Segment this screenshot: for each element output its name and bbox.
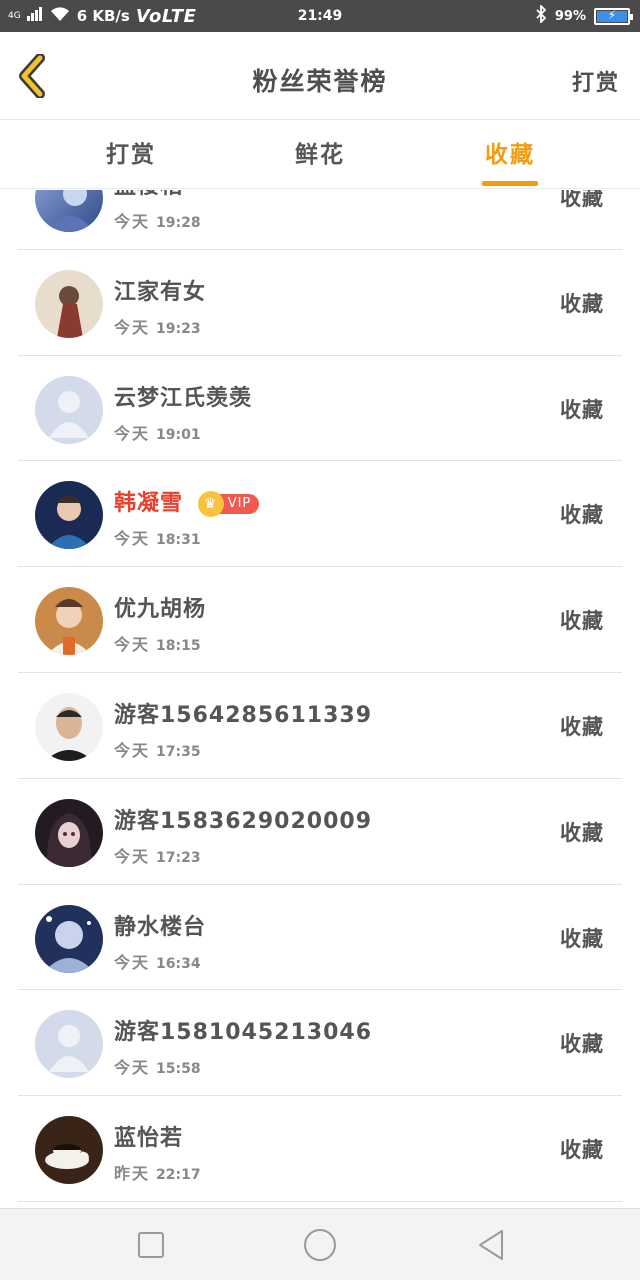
list-item[interactable]: 江家有女 今天 19:23 收藏 bbox=[18, 250, 622, 356]
tip-button[interactable]: 打赏 bbox=[572, 65, 620, 97]
tab-flowers[interactable]: 鲜花 bbox=[260, 121, 380, 189]
home-button[interactable] bbox=[302, 1227, 338, 1263]
timestamp: 昨天 22:17 bbox=[114, 1164, 201, 1184]
timestamp: 今天 16:34 bbox=[114, 952, 201, 972]
user-name: 游客1564285611339 bbox=[114, 702, 372, 728]
action-label: 收藏 bbox=[560, 1138, 604, 1163]
avatar bbox=[35, 692, 103, 761]
page-title: 粉丝荣誉榜 bbox=[252, 67, 388, 96]
action-label: 收藏 bbox=[560, 609, 604, 634]
list-item[interactable]: 游客1581045213046 今天 15:58 收藏 bbox=[18, 990, 622, 1097]
avatar bbox=[35, 1116, 103, 1185]
list-item[interactable]: 优九胡杨 今天 18:15 收藏 bbox=[18, 567, 622, 673]
user-name: 韩凝雪 ♛ VIP bbox=[114, 485, 260, 518]
user-name: 江家有女 bbox=[114, 279, 207, 305]
list-item[interactable]: 游客1564285611339 今天 17:35 收藏 bbox=[18, 673, 622, 779]
active-tab-indicator bbox=[482, 181, 538, 186]
action-label: 收藏 bbox=[560, 291, 604, 316]
list-item[interactable]: 游客1583629020009 今天 17:23 收藏 bbox=[18, 779, 622, 885]
timestamp: 今天 15:58 bbox=[114, 1058, 201, 1078]
timestamp: 今天 19:23 bbox=[114, 317, 201, 337]
recents-button[interactable] bbox=[133, 1227, 169, 1263]
tab-bar: 打赏 鲜花 收藏 bbox=[0, 121, 640, 189]
action-label: 收藏 bbox=[560, 1032, 604, 1057]
app-header: 粉丝荣誉榜 打赏 bbox=[0, 32, 640, 120]
action-label: 收藏 bbox=[560, 820, 604, 845]
action-label: 收藏 bbox=[560, 503, 604, 528]
triangle-back-icon bbox=[479, 1230, 503, 1260]
tab-tip[interactable]: 打赏 bbox=[71, 121, 191, 189]
action-label: 收藏 bbox=[560, 714, 604, 739]
tab-tip-label: 打赏 bbox=[106, 142, 156, 168]
list-item[interactable]: 云梦江氏羡羡 今天 19:01 收藏 bbox=[18, 356, 622, 462]
avatar bbox=[35, 587, 103, 656]
user-name: 静水楼台 bbox=[114, 914, 207, 940]
user-name: 游客1581045213046 bbox=[114, 1020, 372, 1046]
battery-icon: ⚡ bbox=[594, 7, 633, 25]
user-name: 蓝怡若 bbox=[114, 1126, 184, 1152]
crown-icon: ♛ bbox=[197, 491, 224, 518]
list-item[interactable]: 韩凝雪 ♛ VIP 今天 18:31 收藏 bbox=[18, 461, 622, 568]
avatar bbox=[35, 190, 103, 232]
back-nav-button[interactable] bbox=[472, 1227, 508, 1263]
user-name: 游客1583629020009 bbox=[114, 808, 372, 834]
avatar bbox=[35, 798, 103, 867]
timestamp: 今天 19:01 bbox=[114, 423, 201, 443]
list-item[interactable]: 蓝怡若 昨天 22:17 收藏 bbox=[18, 1096, 622, 1202]
avatar bbox=[35, 904, 103, 973]
square-icon bbox=[138, 1232, 164, 1258]
list-item[interactable]: 静水楼台 今天 16:34 收藏 bbox=[18, 885, 622, 991]
user-name: 蓝楼相 bbox=[114, 190, 183, 200]
action-label: 收藏 bbox=[560, 190, 604, 210]
tab-flowers-label: 鲜花 bbox=[295, 142, 345, 168]
fan-list[interactable]: 蓝楼相 今天19:28 收藏 江家有女 今天19:23 收藏 云梦江氏羡羡 今天… bbox=[0, 190, 640, 1208]
user-name: 云梦江氏羡羡 bbox=[114, 385, 253, 411]
timestamp: 今天 17:35 bbox=[114, 740, 201, 760]
circle-icon bbox=[304, 1229, 336, 1261]
timestamp: 今天 18:31 bbox=[114, 529, 201, 549]
timestamp: 今天 19:28 bbox=[114, 212, 201, 231]
vip-badge: ♛ VIP bbox=[197, 491, 260, 518]
avatar bbox=[35, 269, 103, 338]
list-item[interactable]: 蓝楼相 今天19:28 收藏 bbox=[18, 190, 622, 250]
system-nav-bar bbox=[0, 1208, 640, 1280]
action-label: 收藏 bbox=[560, 397, 604, 422]
tab-favorites[interactable]: 收藏 bbox=[450, 121, 570, 189]
avatar bbox=[35, 481, 103, 550]
user-name: 优九胡杨 bbox=[114, 597, 207, 623]
timestamp: 今天 17:23 bbox=[114, 846, 201, 866]
avatar bbox=[35, 1010, 103, 1079]
status-bar: 4G 6 KB/s VoLTE 21:49 99% ⚡ bbox=[0, 0, 640, 32]
bluetooth-icon bbox=[535, 3, 547, 27]
action-label: 收藏 bbox=[560, 926, 604, 951]
timestamp: 今天 18:15 bbox=[114, 635, 201, 655]
battery-percent: 99% bbox=[554, 8, 586, 24]
tab-favorites-label: 收藏 bbox=[485, 142, 535, 168]
avatar bbox=[35, 375, 103, 444]
